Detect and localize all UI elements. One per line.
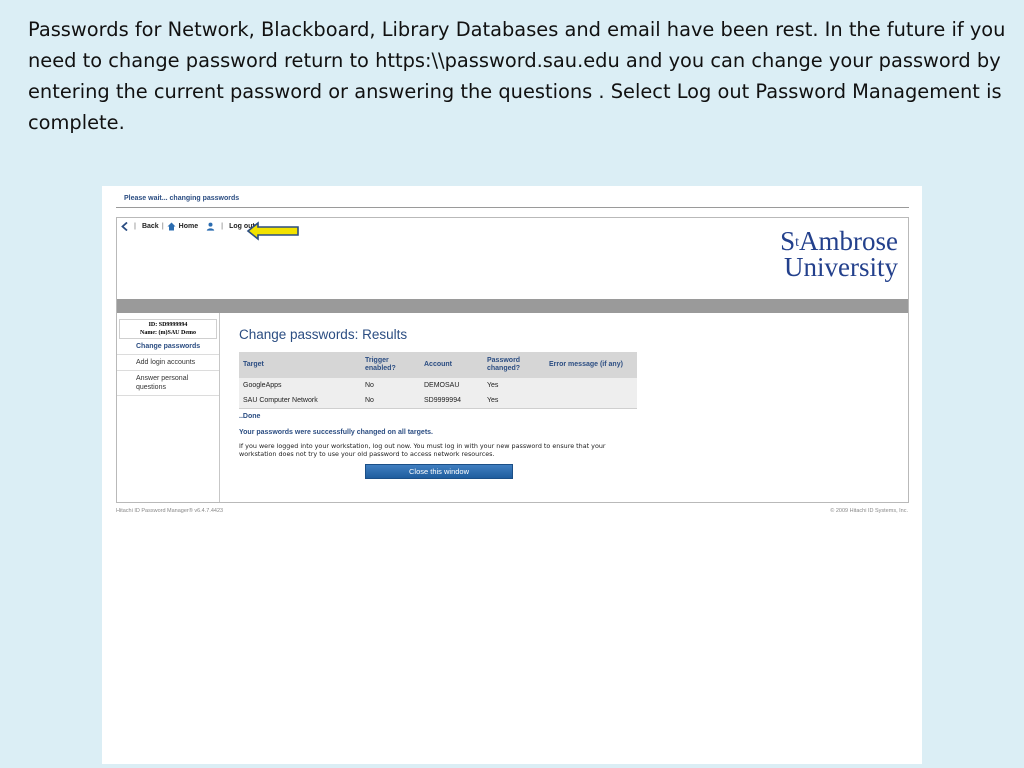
table-cell: Yes (483, 393, 545, 409)
table-cell: SAU Computer Network (239, 393, 361, 409)
user-name: Name: (m)SAU Demo (140, 330, 196, 336)
table-header-row: Target Trigger enabled? Account Password… (239, 352, 637, 378)
results-table: Target Trigger enabled? Account Password… (239, 352, 637, 409)
app-frame: | Back | Home | Log out StAmbrose Univer… (116, 217, 909, 503)
table-cell (545, 393, 637, 409)
column-header: Password changed? (483, 352, 545, 378)
nav-separator: | (161, 222, 164, 230)
success-message: Your passwords were successfully changed… (239, 429, 433, 436)
table-cell: SD9999994 (420, 393, 483, 409)
sidebar-item-change-passwords[interactable]: Change passwords (117, 339, 219, 355)
table-cell: DEMOSAU (420, 378, 483, 393)
logout-notice: If you were logged into your workstation… (239, 442, 606, 458)
home-icon (167, 222, 176, 230)
done-message: ..Done (239, 413, 261, 420)
close-window-button[interactable]: Close this window (365, 464, 513, 479)
column-header: Target (239, 352, 361, 378)
nav-separator: | (221, 222, 224, 230)
table-row: SAU Computer Network No SD9999994 Yes (239, 393, 637, 409)
table-cell: No (361, 393, 420, 409)
footer-copyright: © 2009 Hitachi ID Systems, Inc. (830, 508, 908, 514)
top-navigation: | Back | Home | Log out (121, 220, 255, 232)
column-header: Error message (if any) (545, 352, 637, 378)
user-id: ID: SD9999994 (148, 322, 188, 328)
user-info-box: ID: SD9999994 Name: (m)SAU Demo (119, 319, 217, 339)
column-header: Account (420, 352, 483, 378)
sidebar-item-answer-personal-questions[interactable]: Answer personal questions (117, 371, 219, 396)
table-cell: GoogleApps (239, 378, 361, 393)
sidebar: ID: SD9999994 Name: (m)SAU Demo Change p… (117, 313, 220, 502)
sidebar-item-add-login-accounts[interactable]: Add login accounts (117, 355, 219, 371)
back-arrow-icon (121, 221, 128, 231)
pointer-arrow-icon (246, 221, 299, 241)
page-title: Change passwords: Results (239, 327, 408, 342)
university-logo: StAmbrose University (780, 226, 898, 282)
table-cell: Yes (483, 378, 545, 393)
back-link[interactable]: | Back (121, 221, 159, 231)
table-row: GoogleApps No DEMOSAU Yes (239, 378, 637, 393)
back-label: Back (141, 222, 159, 230)
main-content: Change passwords: Results Target Trigger… (239, 313, 899, 479)
column-header: Trigger enabled? (361, 352, 420, 378)
user-icon (206, 222, 215, 231)
home-label: Home (178, 222, 199, 230)
slide-instructions: Passwords for Network, Blackboard, Libra… (28, 18, 1006, 134)
footer-version: Hitachi ID Password Manager® v6.4.7.4423 (116, 508, 224, 514)
header-divider-bar (117, 299, 908, 313)
status-bar: Please wait... changing passwords (116, 192, 909, 208)
nav-separator: | (134, 222, 136, 230)
home-link[interactable]: Home (167, 222, 198, 231)
password-manager-screenshot: Please wait... changing passwords | Back… (102, 186, 922, 764)
table-cell (545, 378, 637, 393)
table-cell: No (361, 378, 420, 393)
